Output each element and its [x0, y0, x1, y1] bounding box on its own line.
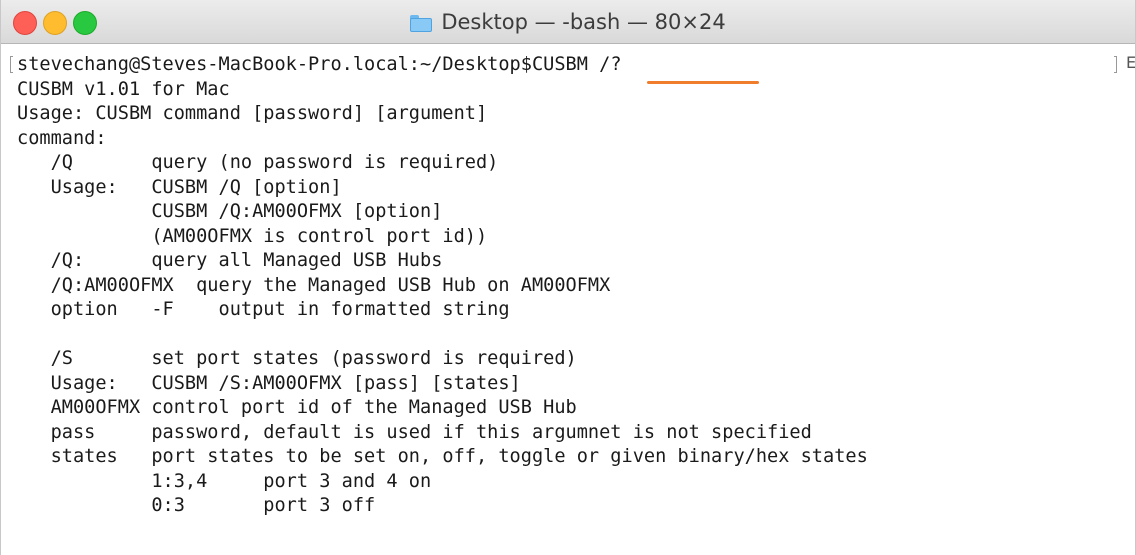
command-underline — [647, 81, 759, 84]
output-line: /Q: query all Managed USB Hubs — [17, 250, 443, 271]
title-bar[interactable]: Desktop — -bash — 80×24 — [1, 0, 1135, 44]
command-text: CUSBM /? — [531, 54, 622, 75]
output-line: /Q:AM00OFMX query the Managed USB Hub on… — [17, 274, 611, 296]
output-line: option -F output in formatted string — [17, 299, 510, 320]
output-line: CUSBM /Q:AM00OFMX [option] — [17, 201, 443, 222]
output-line: /Q query (no password is required) — [17, 152, 499, 173]
output-line: CUSBM v1.01 for Mac — [17, 78, 230, 100]
output-line: AM00OFMX control port id of the Managed … — [17, 397, 577, 418]
terminal-window: Desktop — -bash — 80×24 stevechang@Steve… — [0, 0, 1136, 555]
mark-bracket-right — [1114, 56, 1117, 73]
output-line: 0:3 port 3 off — [17, 495, 376, 516]
folder-icon — [410, 14, 433, 32]
window-title: Desktop — -bash — 80×24 — [441, 10, 726, 34]
output-line: command: — [17, 127, 107, 149]
output-line: /S set port states (password is required… — [17, 348, 577, 369]
terminal-text[interactable]: stevechang@Steves-MacBook-Pro.local:~/De… — [17, 53, 868, 519]
terminal-content[interactable]: stevechang@Steves-MacBook-Pro.local:~/De… — [1, 44, 1135, 555]
mark-bracket-left — [10, 56, 13, 73]
output-line: Usage: CUSBM /S:AM00OFMX [pass] [states] — [17, 372, 521, 394]
output-lines: CUSBM v1.01 for Mac Usage: CUSBM command… — [17, 79, 868, 517]
output-line: pass password, default is used if this a… — [17, 421, 812, 443]
prompt-text: stevechang@Steves-MacBook-Pro.local:~/De… — [17, 54, 532, 75]
output-line: Usage: CUSBM command [password] [argumen… — [17, 103, 488, 124]
output-line: states port states to be set on, off, to… — [17, 446, 868, 467]
edge-icon: E — [1126, 53, 1135, 73]
window-title-container: Desktop — -bash — 80×24 — [1, 0, 1135, 44]
output-line: 1:3,4 port 3 and 4 on — [17, 470, 432, 492]
output-line: (AM00OFMX is control port id)) — [17, 225, 488, 247]
output-line: Usage: CUSBM /Q [option] — [17, 176, 342, 198]
